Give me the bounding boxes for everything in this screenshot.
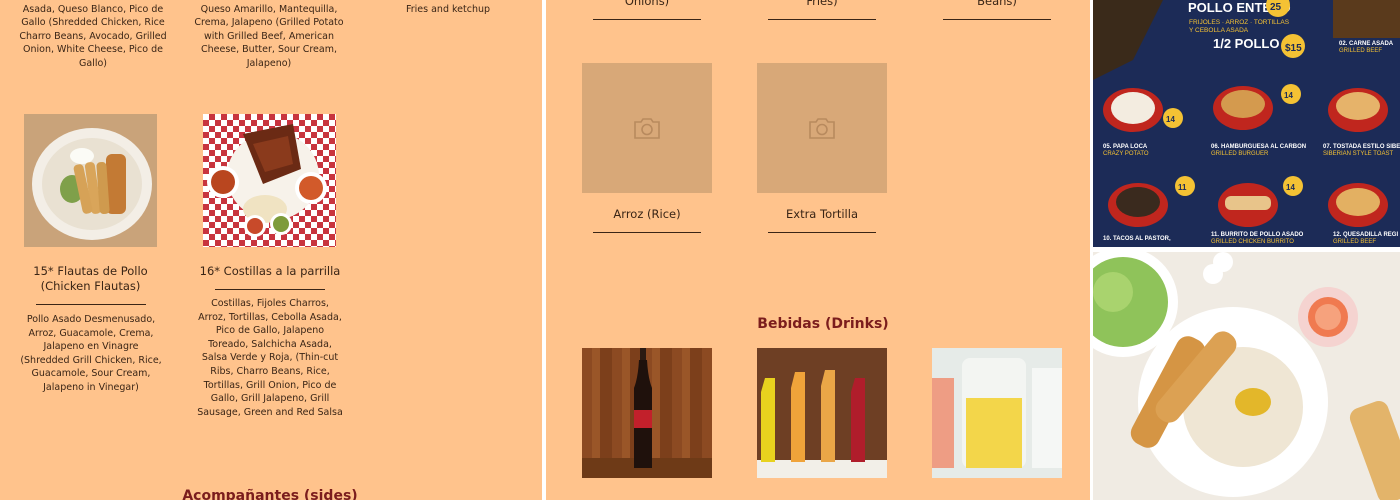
svg-text:11: 11: [1178, 183, 1187, 192]
svg-text:25: 25: [1270, 2, 1282, 13]
menu-panel-middle: Onions) Fries) Beans) Arroz (Rice) Extra…: [546, 0, 1090, 500]
item-description: Costillas, Fijoles Charros, Arroz, Torti…: [197, 298, 343, 418]
aguas-frescas-photo[interactable]: [932, 348, 1062, 478]
item-description: Pollo Asado Desmenusado, Arroz, Guacamol…: [20, 314, 162, 393]
hummus-photo[interactable]: [1093, 252, 1400, 500]
svg-text:06. HAMBURGUESA AL CARBON: 06. HAMBURGUESA AL CARBON: [1211, 144, 1306, 150]
svg-text:SIBERIAN STYLE TOAST: SIBERIAN STYLE TOAST: [1323, 151, 1393, 157]
item-title: 15* Flautas de Pollo (Chicken Flautas): [33, 264, 148, 293]
divider: [768, 19, 876, 20]
item-title: 16* Costillas a la parrilla: [199, 264, 341, 278]
item-title: Extra Tortilla: [786, 207, 858, 221]
svg-text:11. BURRITO DE POLLO ASADO: 11. BURRITO DE POLLO ASADO: [1211, 232, 1304, 238]
section-heading: Bebidas (Drinks): [757, 316, 889, 332]
coca-cola-photo[interactable]: [582, 348, 712, 478]
camera-icon: [634, 118, 660, 139]
menu-board-photo[interactable]: POLLO ENTERO FRIJOLES · ARROZ · TORTILLA…: [1093, 0, 1400, 247]
svg-text:14: 14: [1166, 115, 1175, 124]
divider: [36, 304, 146, 305]
image-placeholder[interactable]: [757, 63, 887, 193]
divider: [943, 19, 1051, 20]
section-heading: Acompañantes (sides): [182, 488, 358, 500]
svg-text:GRILLED BEEF: GRILLED BEEF: [1333, 239, 1376, 245]
svg-text:GRILLED BURGUER: GRILLED BURGUER: [1211, 151, 1269, 157]
svg-text:1/2 POLLO: 1/2 POLLO: [1213, 36, 1279, 51]
svg-text:14: 14: [1286, 183, 1295, 192]
item-description: Papa Asada con Carne Asada, Queso Amaril…: [194, 0, 344, 69]
costillas-photo[interactable]: [203, 114, 336, 247]
gallery-panel: POLLO ENTERO FRIJOLES · ARROZ · TORTILLA…: [1093, 0, 1400, 500]
svg-text:07. TOSTADA ESTILO SIBER: 07. TOSTADA ESTILO SIBER: [1323, 144, 1400, 150]
svg-text:10. TACOS AL PASTOR,: 10. TACOS AL PASTOR,: [1103, 236, 1171, 242]
flautas-photo[interactable]: [24, 114, 157, 247]
svg-text:$15: $15: [1285, 43, 1302, 54]
divider: [593, 232, 701, 233]
item-description: Charros, Guacamole, Cebolla Asada, Queso…: [19, 0, 167, 69]
svg-text:14: 14: [1284, 91, 1293, 100]
menu-panel-left: Charros, Guacamole, Cebolla Asada, Queso…: [0, 0, 542, 500]
svg-text:12. QUESADILLA REGI: 12. QUESADILLA REGI: [1333, 232, 1398, 238]
camera-icon: [809, 118, 835, 139]
svg-text:05. PAPA LOCA: 05. PAPA LOCA: [1103, 144, 1148, 150]
svg-text:FRIJOLES · ARROZ · TORTILLAS: FRIJOLES · ARROZ · TORTILLAS: [1189, 19, 1290, 26]
jarritos-photo[interactable]: [757, 348, 887, 478]
item-description: Fries and ketchup: [405, 4, 491, 15]
image-placeholder[interactable]: [582, 63, 712, 193]
divider: [768, 232, 876, 233]
svg-text:Y CEBOLLA ASADA: Y CEBOLLA ASADA: [1189, 27, 1249, 34]
item-title: Arroz (Rice): [613, 207, 681, 221]
divider: [215, 289, 325, 290]
item-title: Beans): [977, 0, 1017, 8]
divider: [593, 19, 701, 20]
svg-text:CRAZY POTATO: CRAZY POTATO: [1103, 151, 1149, 157]
svg-text:GRILLED CHICKEN BURRITO: GRILLED CHICKEN BURRITO: [1211, 239, 1294, 245]
item-title: Onions): [624, 0, 670, 8]
svg-text:02. CARNE ASADA: 02. CARNE ASADA: [1339, 41, 1394, 47]
item-title: Fries): [806, 0, 838, 8]
svg-text:GRILLED BEEF: GRILLED BEEF: [1339, 48, 1382, 54]
